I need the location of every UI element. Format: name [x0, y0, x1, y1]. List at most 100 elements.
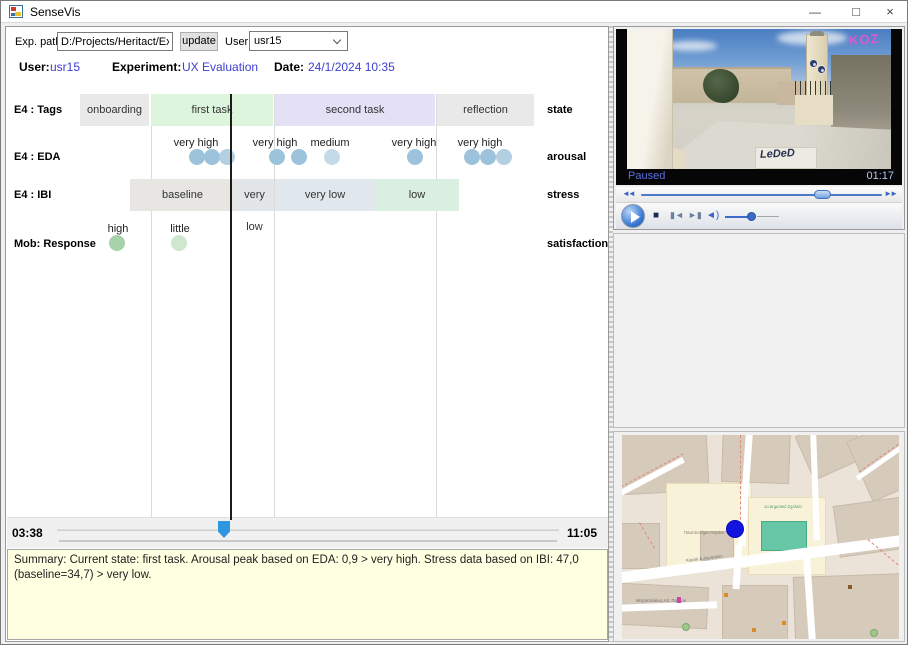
map-campus-label: Πανεπιστήμιο Αιγαίου [684, 531, 724, 536]
row-label-ibi: E4 : IBI [14, 189, 51, 201]
tag-segment-reflection[interactable]: reflection [437, 94, 534, 126]
summary-textbox: Summary: Current state: first task. Arou… [7, 549, 608, 640]
ibi-segment-verylow-2[interactable]: very low [275, 179, 375, 211]
graffiti-text: KOZ [849, 31, 880, 48]
user-combobox-value: usr15 [254, 35, 282, 47]
fast-forward-icon[interactable]: ►► [884, 189, 896, 198]
previous-frame-icon[interactable]: ▮◄ [670, 210, 684, 221]
timeline-panel: Exp. path: update User: usr15 User: usr1… [5, 26, 609, 642]
seek-track[interactable] [641, 194, 882, 196]
eda-dot[interactable] [496, 149, 512, 165]
stop-icon[interactable]: ■ [653, 210, 659, 221]
user-combo-label: User: [225, 36, 251, 48]
slider-track[interactable] [57, 529, 559, 531]
segment-label: reflection [463, 104, 508, 116]
eda-annotation: very high [253, 137, 298, 149]
close-button[interactable]: × [873, 1, 907, 23]
poi-icon [782, 621, 786, 625]
playback-status: Paused [628, 170, 665, 182]
seek-thumb[interactable] [814, 190, 831, 199]
eda-dot[interactable] [269, 149, 285, 165]
playhead-line[interactable] [230, 94, 232, 520]
play-button[interactable] [621, 204, 645, 228]
mob-dot[interactable] [171, 235, 187, 251]
eda-dot[interactable] [291, 149, 307, 165]
location-marker [726, 520, 744, 538]
row-label-mob: Mob: Response [14, 238, 96, 250]
update-button[interactable]: update [180, 32, 218, 51]
slider-start-time: 03:38 [12, 526, 43, 540]
tag-segment-onboarding[interactable]: onboarding [80, 94, 149, 126]
eda-annotation: very high [392, 137, 437, 149]
row-right-label-arousal: arousal [547, 151, 586, 163]
segment-label: very low [244, 189, 265, 233]
tag-segment-second-task[interactable]: second task [275, 94, 435, 126]
next-frame-icon[interactable]: ►▮ [688, 210, 702, 221]
eda-annotation: medium [310, 137, 349, 149]
rewind-icon[interactable]: ◄◄ [622, 189, 634, 198]
slider-thumb[interactable] [218, 521, 230, 538]
seek-bar-row: ◄◄ ►► [616, 187, 902, 203]
gridline [151, 94, 152, 520]
exp-path-input[interactable] [57, 32, 173, 51]
title-bar: SenseVis — □ × [1, 1, 907, 23]
segment-label: second task [326, 104, 385, 116]
eda-dot[interactable] [219, 149, 235, 165]
poi-icon [848, 585, 852, 589]
gridline [436, 94, 437, 520]
eda-dot[interactable] [324, 149, 340, 165]
wall-graffiti-text: LeDeD [760, 147, 795, 161]
volume-thumb[interactable] [747, 212, 756, 221]
map-field [761, 521, 807, 551]
row-label-eda: E4 : EDA [14, 151, 60, 163]
mob-dot[interactable] [109, 235, 125, 251]
ibi-segment-verylow-1[interactable]: very low [235, 179, 274, 211]
tag-segment-first-task[interactable]: first task [151, 94, 273, 126]
video-player: KOZ LeDeD Paused 01:17 ◄◄ ►► ■ ▮◄ ►▮ ◄) [613, 26, 905, 230]
player-controls: ■ ▮◄ ►▮ ◄) [616, 203, 902, 229]
poi-icon [752, 628, 756, 632]
app-window: SenseVis — □ × Exp. path: update User: u… [0, 0, 908, 645]
eda-dot[interactable] [204, 149, 220, 165]
info-date-label: Date: [274, 60, 304, 74]
mob-annotation: little [170, 223, 190, 235]
info-date-value: 24/1/2024 10:35 [308, 60, 395, 74]
maximize-button[interactable]: □ [839, 1, 873, 23]
eda-dot[interactable] [480, 149, 496, 165]
app-icon [9, 5, 23, 18]
segment-label: very low [305, 189, 345, 201]
eda-dot[interactable] [464, 149, 480, 165]
segment-label: low [409, 189, 426, 201]
video-frame: KOZ LeDeD [627, 29, 891, 169]
eda-dot[interactable] [407, 149, 423, 165]
info-user-label: User: [19, 60, 50, 74]
eda-annotation: very high [174, 137, 219, 149]
eda-dot[interactable] [189, 149, 205, 165]
map-panel: Πανεπιστήμιο Αιγαίου 1ο Δημοτικό Σχολείο… [613, 431, 905, 642]
row-right-label-satisfaction: satisfaction [547, 238, 608, 250]
volume-icon[interactable]: ◄) [706, 210, 719, 221]
minimize-button[interactable]: — [798, 1, 832, 23]
slider-progress-track[interactable] [59, 540, 557, 542]
eda-annotation: very high [458, 137, 503, 149]
chevron-down-icon [333, 36, 341, 44]
video-display[interactable]: KOZ LeDeD Paused 01:17 [616, 29, 902, 185]
poi-icon [724, 593, 728, 597]
segment-label: first task [192, 104, 233, 116]
ibi-segment-baseline[interactable]: baseline [130, 179, 235, 211]
poi-icon [682, 623, 690, 631]
row-label-tags: E4 : Tags [14, 104, 62, 116]
segment-label: onboarding [87, 104, 142, 116]
map-canvas[interactable]: Πανεπιστήμιο Αιγαίου 1ο Δημοτικό Σχολείο… [622, 435, 899, 639]
poi-icon [677, 597, 681, 603]
slider-end-time: 11:05 [567, 526, 597, 540]
user-combobox[interactable]: usr15 [249, 31, 348, 51]
window-title: SenseVis [30, 5, 80, 19]
info-user-value: usr15 [50, 60, 80, 74]
map-school-label: 1ο Δημοτικό Σχολείο [764, 505, 802, 510]
info-experiment-value: UX Evaluation [182, 60, 258, 74]
info-experiment-label: Experiment: [112, 60, 181, 74]
poi-icon [870, 629, 878, 637]
ibi-segment-low[interactable]: low [375, 179, 459, 211]
segment-label: baseline [162, 189, 203, 201]
